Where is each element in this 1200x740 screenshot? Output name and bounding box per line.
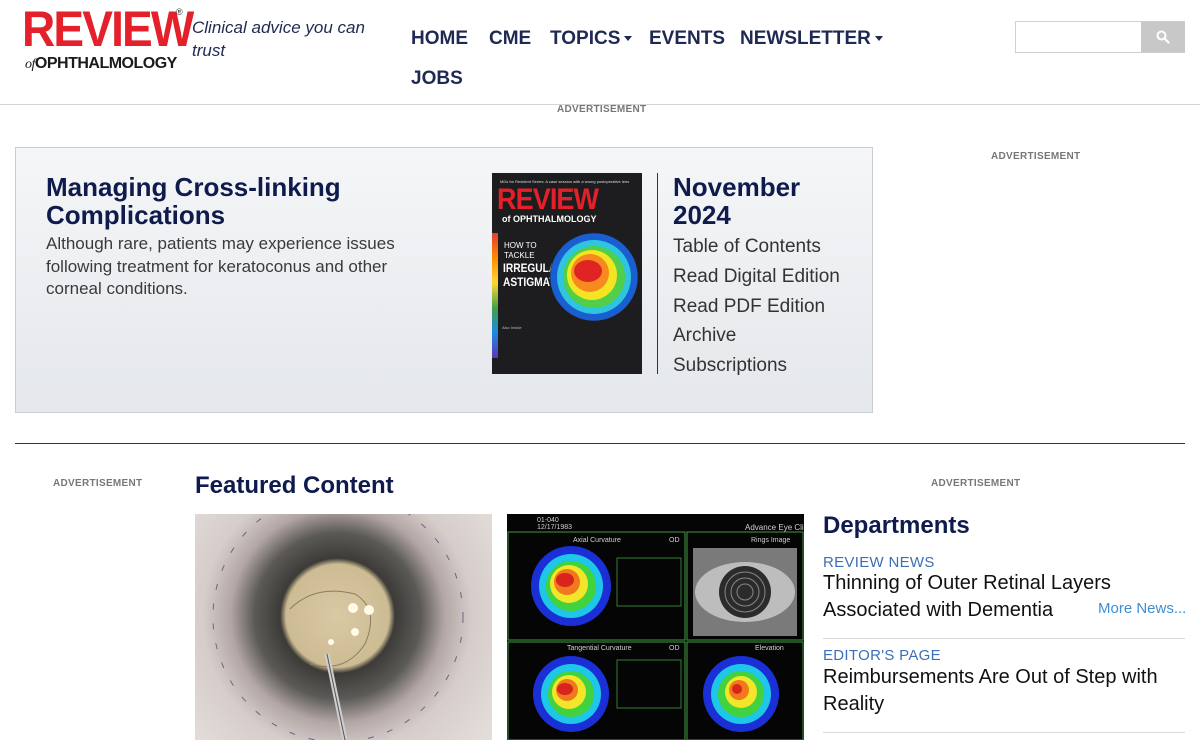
- departments-title: Departments: [823, 512, 970, 539]
- caret-down-icon: [624, 36, 633, 42]
- site-header: REVIEW ® ofOPHTHALMOLOGY Clinical advice…: [0, 0, 1200, 105]
- nav-topics-label: TOPICS: [550, 28, 621, 49]
- site-logo[interactable]: REVIEW ® ofOPHTHALMOLOGY: [22, 3, 194, 75]
- nav-events[interactable]: EVENTS: [649, 28, 725, 50]
- topo-clinic-label: Advance Eye Clinic: [745, 523, 804, 532]
- issue-link-digital[interactable]: Read Digital Edition: [673, 266, 840, 288]
- advertisement-label-left: ADVERTISEMENT: [53, 478, 143, 489]
- section-divider: [15, 443, 1185, 444]
- dept-separator: [823, 638, 1185, 639]
- cover-color-stripe: [492, 233, 498, 358]
- advertisement-label-top: ADVERTISEMENT: [557, 104, 647, 115]
- nav-home-label: HOME: [411, 28, 468, 49]
- search-input[interactable]: [1016, 22, 1141, 52]
- topo-axial-label: Axial Curvature: [573, 537, 621, 544]
- nav-cme-label: CME: [489, 28, 532, 49]
- caret-down-icon: [874, 36, 883, 42]
- logo-of: of: [25, 57, 35, 72]
- nav-topics[interactable]: TOPICS: [550, 28, 633, 50]
- search-icon: [1156, 30, 1170, 44]
- topo-od-label-1: OD: [669, 537, 680, 544]
- dept-category-editors-page[interactable]: EDITOR'S PAGE: [823, 647, 941, 664]
- logo-subtitle: ofOPHTHALMOLOGY: [25, 55, 177, 73]
- nav-jobs-label: JOBS: [411, 68, 463, 89]
- nav-jobs[interactable]: JOBS: [411, 68, 463, 90]
- hero-description: Although rare, patients may experience i…: [46, 234, 395, 298]
- nav-home[interactable]: HOME: [411, 28, 468, 50]
- issue-link-pdf[interactable]: Read PDF Edition: [673, 296, 825, 318]
- topography-graphic: Advance Eye Clinic Axial Curvature Rings…: [507, 514, 804, 740]
- surgery-photo-graphic: [212, 514, 464, 740]
- topo-id-2: 12/17/1983: [537, 524, 572, 531]
- logo-registered-mark: ®: [176, 7, 183, 17]
- cover-how-to: HOW TO TACKLE: [504, 241, 537, 260]
- search-box: [1015, 21, 1185, 53]
- more-news-link[interactable]: More News...: [1098, 600, 1186, 617]
- topo-tangential-label: Tangential Curvature: [567, 645, 632, 652]
- topo-id-1: 01-040: [537, 517, 559, 524]
- issue-title[interactable]: November 2024: [673, 173, 863, 229]
- nav-cme[interactable]: CME: [489, 28, 531, 50]
- dept-headline-reimbursements[interactable]: Reimbursements Are Out of Step with Real…: [823, 664, 1185, 718]
- cover-logo: REVIEW: [497, 183, 599, 216]
- site-tagline: Clinical advice you can trust: [192, 18, 365, 60]
- logo-sub-text: OPHTHALMOLOGY: [34, 55, 177, 72]
- issue-link-subscriptions[interactable]: Subscriptions: [673, 355, 787, 377]
- topo-od-label-2: OD: [669, 645, 680, 652]
- cover-subtitle: of OPHTHALMOLOGY: [502, 214, 597, 224]
- corneal-map-graphic: [549, 232, 639, 322]
- topo-elevation-label: Elevation: [755, 645, 784, 652]
- hero-panel: Managing Cross-linking Complications Alt…: [15, 147, 873, 413]
- logo-wordmark: REVIEW: [22, 1, 194, 57]
- issue-link-toc[interactable]: Table of Contents: [673, 236, 821, 258]
- featured-content-title: Featured Content: [195, 472, 394, 499]
- hero-title[interactable]: Managing Cross-linking Complications: [46, 173, 446, 229]
- topo-rings-label: Rings Image: [751, 537, 790, 544]
- dept-separator: [823, 732, 1185, 733]
- featured-image-surgery[interactable]: [195, 514, 492, 740]
- issue-divider: [657, 173, 658, 374]
- cover-also-inside: Also Inside: [502, 325, 522, 330]
- nav-events-label: EVENTS: [649, 28, 726, 49]
- nav-newsletter-label: NEWSLETTER: [740, 28, 871, 49]
- featured-image-topography[interactable]: Advance Eye Clinic Axial Curvature Rings…: [507, 514, 804, 740]
- advertisement-label-right: ADVERTISEMENT: [991, 151, 1081, 162]
- magazine-cover[interactable]: MDs for Resident Series: A case session …: [492, 173, 642, 374]
- advertisement-label-right-lower: ADVERTISEMENT: [931, 478, 1021, 489]
- nav-newsletter[interactable]: NEWSLETTER: [740, 28, 883, 50]
- dept-category-review-news[interactable]: REVIEW NEWS: [823, 554, 935, 571]
- issue-link-archive[interactable]: Archive: [673, 325, 736, 347]
- search-button[interactable]: [1141, 22, 1185, 52]
